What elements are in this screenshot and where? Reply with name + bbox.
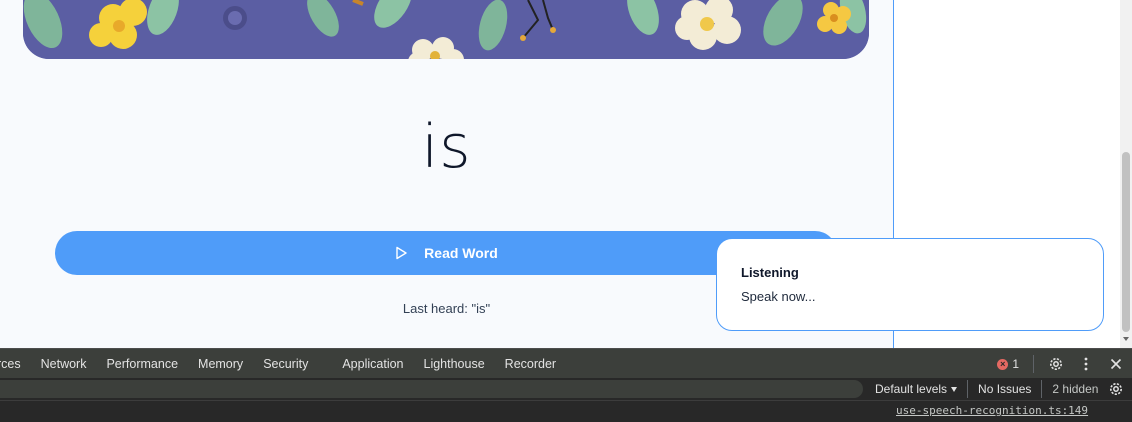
tab-application[interactable]: Application bbox=[332, 357, 413, 371]
console-filter-bar: Default levels No Issues 2 hidden bbox=[0, 378, 1132, 400]
scrollbar-thumb[interactable] bbox=[1122, 152, 1130, 332]
console-filter-controls: Default levels No Issues 2 hidden bbox=[875, 378, 1124, 400]
default-levels-label: Default levels bbox=[875, 382, 948, 396]
devtools-actions: × 1 bbox=[997, 349, 1124, 379]
listening-toast: Listening Speak now... bbox=[716, 238, 1104, 331]
toast-description: Speak now... bbox=[741, 289, 816, 304]
console-filter-input[interactable] bbox=[0, 380, 863, 398]
play-icon bbox=[394, 246, 408, 260]
gear-icon[interactable] bbox=[1108, 381, 1124, 397]
issues-button[interactable]: No Issues bbox=[978, 382, 1031, 396]
hidden-count: 2 hidden bbox=[1052, 382, 1099, 396]
current-word: is bbox=[421, 112, 472, 182]
divider bbox=[1041, 380, 1043, 398]
error-count-badge[interactable]: × 1 bbox=[997, 357, 1019, 371]
flower-illustration bbox=[23, 0, 869, 59]
gear-icon[interactable] bbox=[1048, 356, 1064, 372]
devtools-panel: rces Network Performance Memory Security… bbox=[0, 348, 1132, 422]
close-icon[interactable] bbox=[1108, 356, 1124, 372]
tab-network[interactable]: Network bbox=[31, 357, 97, 371]
console-output: use-speech-recognition.ts:149 bbox=[0, 400, 1132, 422]
tab-memory[interactable]: Memory bbox=[188, 357, 253, 371]
flower-illustration-art bbox=[23, 0, 869, 59]
console-source-link[interactable]: use-speech-recognition.ts:149 bbox=[896, 404, 1088, 417]
error-icon: × bbox=[997, 358, 1009, 370]
tab-lighthouse[interactable]: Lighthouse bbox=[414, 357, 495, 371]
error-count: 1 bbox=[1012, 357, 1019, 371]
page: is Read Word Last heard: "is" Listening … bbox=[0, 0, 1132, 422]
kebab-menu-icon[interactable] bbox=[1078, 356, 1094, 372]
tab-sources[interactable]: rces bbox=[0, 357, 31, 371]
toast-title: Listening bbox=[741, 265, 799, 280]
tab-security[interactable]: Security bbox=[253, 357, 318, 371]
page-scrollbar[interactable] bbox=[1120, 0, 1132, 348]
tab-recorder[interactable]: Recorder bbox=[495, 357, 566, 371]
chevron-down-icon bbox=[951, 387, 958, 393]
default-levels-dropdown[interactable]: Default levels bbox=[875, 382, 958, 396]
divider bbox=[1033, 355, 1034, 373]
devtools-tab-bar: rces Network Performance Memory Security… bbox=[0, 348, 1132, 378]
divider bbox=[967, 380, 969, 398]
tab-performance[interactable]: Performance bbox=[96, 357, 188, 371]
scroll-down-icon[interactable] bbox=[1123, 337, 1129, 341]
read-word-label: Read Word bbox=[424, 245, 498, 261]
